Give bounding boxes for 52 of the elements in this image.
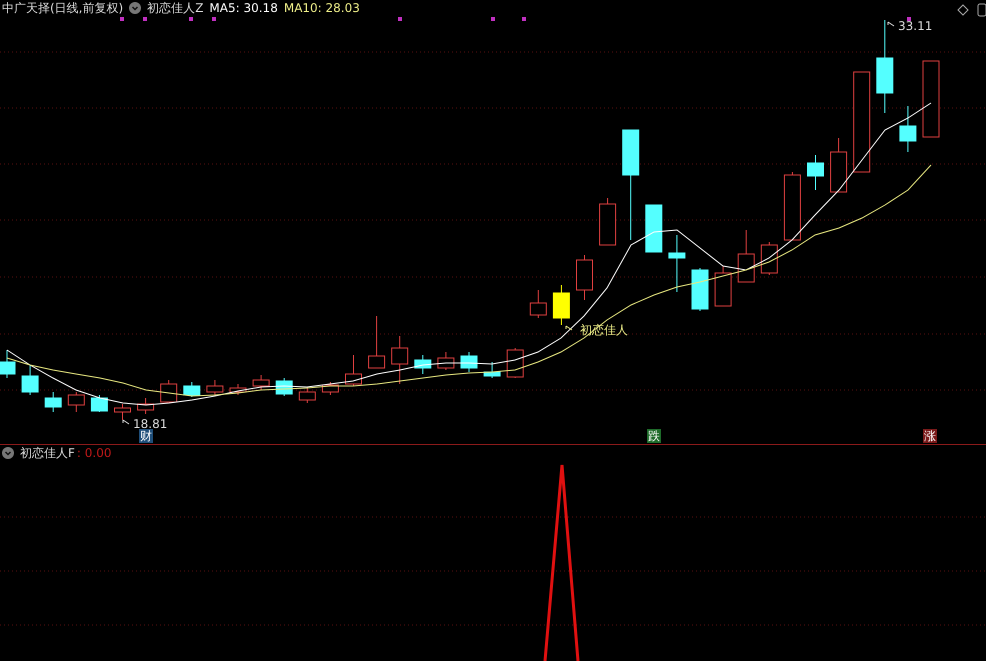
candlestick	[784, 172, 801, 240]
stock-title: 中广天择(日线,前复权)	[2, 1, 124, 15]
candlestick	[22, 364, 39, 396]
candlestick	[0, 350, 16, 378]
indicator-name: 初恋佳人Z	[147, 1, 204, 15]
indicator-value: : 0.00	[76, 446, 112, 460]
low-price-label: 18.81	[122, 417, 168, 431]
candlestick	[68, 392, 85, 412]
candlestick	[552, 284, 570, 326]
ma10-value: MA10: 28.03	[284, 1, 360, 15]
diamond-icon[interactable]	[957, 4, 969, 16]
candlestick	[830, 138, 848, 192]
candlestick	[576, 254, 593, 300]
candlestick	[414, 354, 432, 374]
collapse-icon[interactable]	[129, 2, 142, 14]
candlestick	[183, 382, 200, 398]
panel-icon[interactable]	[978, 4, 986, 16]
candlestick	[368, 316, 386, 368]
candlestick	[298, 388, 316, 404]
candlestick	[90, 394, 108, 412]
candlestick	[760, 242, 778, 276]
candlestick	[206, 380, 224, 396]
candlestick	[506, 348, 524, 378]
candlestick	[44, 392, 62, 412]
signal-badge: 涨	[923, 429, 937, 443]
candlestick	[322, 382, 339, 396]
ma5-value: MA5: 30.18	[209, 1, 278, 15]
candlestick	[391, 336, 408, 384]
high-price-label: 33.11	[888, 19, 932, 33]
signal-badge: 跌	[647, 429, 661, 443]
candlestick	[807, 154, 824, 190]
candlestick	[899, 106, 916, 152]
candlestick	[738, 230, 755, 282]
candlestick	[714, 266, 732, 306]
candlestick	[645, 204, 662, 252]
candlestick	[437, 352, 454, 370]
signal-badge: 财	[139, 429, 153, 443]
candlestick	[530, 290, 547, 318]
candlestick	[137, 398, 154, 414]
candlestick	[160, 380, 178, 402]
signal-label: 初恋佳人	[566, 323, 628, 337]
candlestick	[460, 352, 478, 372]
candlestick	[252, 374, 270, 390]
candlestick	[599, 198, 616, 246]
candlestick	[484, 362, 501, 378]
candlestick	[668, 234, 686, 292]
candlestick	[692, 268, 708, 312]
collapse-icon[interactable]	[2, 447, 14, 459]
candlestick	[114, 404, 131, 420]
indicator-name: 初恋佳人F	[20, 446, 75, 460]
candlestick	[230, 384, 246, 396]
candlestick	[345, 354, 362, 386]
